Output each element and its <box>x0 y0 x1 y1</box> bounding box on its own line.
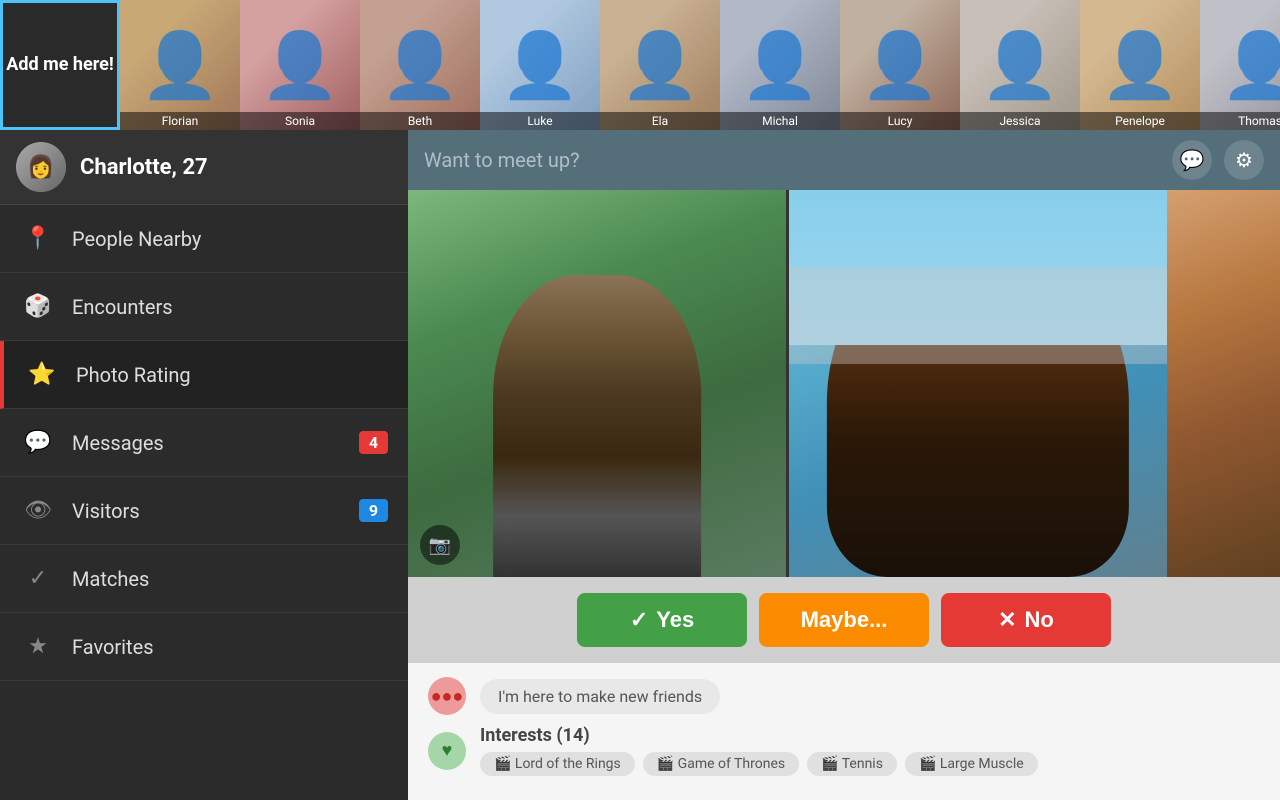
messages-icon: 💬 <box>20 425 56 461</box>
top-avatar-luke[interactable]: 👤 Luke <box>480 0 600 130</box>
avatar-name-label: Beth <box>360 112 480 130</box>
interests-row: ♥ Interests (14) 🎬 Lord of the Rings 🎬 Ga… <box>428 725 1260 776</box>
top-avatar-sonia[interactable]: 👤 Sonia <box>240 0 360 130</box>
no-x-icon: ✕ <box>998 607 1016 633</box>
photo-panel-right[interactable] <box>789 190 1167 577</box>
avatar-name-label: Sonia <box>240 112 360 130</box>
avatar-name-label: Michal <box>720 112 840 130</box>
visitors-icon: 👁 <box>20 493 56 529</box>
sidebar-item-favorites[interactable]: ★ Favorites <box>0 613 408 681</box>
sidebar-label-matches: Matches <box>72 567 388 591</box>
no-label: No <box>1025 607 1054 633</box>
top-bar: Add me here! 👤 Florian 👤 Sonia 👤 Beth 👤 … <box>0 0 1280 130</box>
yes-checkmark-icon: ✓ <box>630 607 648 633</box>
interests-block: Interests (14) 🎬 Lord of the Rings 🎬 Game… <box>480 725 1038 776</box>
avatar-name-label: Lucy <box>840 112 960 130</box>
visitors-badge: 9 <box>359 499 388 522</box>
favorites-icon: ★ <box>20 629 56 665</box>
add-me-label: Add me here! <box>6 54 113 76</box>
top-avatar-beth[interactable]: 👤 Beth <box>360 0 480 130</box>
status-text: I'm here to make new friends <box>480 679 720 714</box>
settings-icon: ⚙ <box>1235 148 1253 172</box>
main-layout: 👩 Charlotte, 27 📍 People Nearby 🎲 Encounter… <box>0 130 1280 800</box>
sidebar-item-encounters[interactable]: 🎲 Encounters <box>0 273 408 341</box>
sidebar-item-people-nearby[interactable]: 📍 People Nearby <box>0 205 408 273</box>
photos-area: 📷 <box>408 190 1280 577</box>
profile-info: ●●● I'm here to make new friends ♥ Inter… <box>408 663 1280 800</box>
avatar: 👩 <box>16 142 66 192</box>
content-area: Want to meet up? 💬 ⚙ 📷 <box>408 130 1280 800</box>
no-button[interactable]: ✕ No <box>941 593 1111 647</box>
interests-label: Interests (14) <box>480 725 1038 746</box>
status-row: ●●● I'm here to make new friends <box>428 677 1260 715</box>
interest-tag: 🎬 Lord of the Rings <box>480 752 635 776</box>
yes-label: Yes <box>656 607 694 633</box>
top-avatar-jessica[interactable]: 👤 Jessica <box>960 0 1080 130</box>
settings-icon-button[interactable]: ⚙ <box>1224 140 1264 180</box>
photo-panel-left[interactable]: 📷 <box>408 190 786 577</box>
avatar-name-label: Florian <box>120 112 240 130</box>
search-label: Want to meet up? <box>424 148 1160 172</box>
sidebar-label-visitors: Visitors <box>72 499 359 523</box>
top-avatar-thomas[interactable]: 👤 Thomas <box>1200 0 1280 130</box>
sidebar-label-messages: Messages <box>72 431 359 455</box>
sidebar-label-photo-rating: Photo Rating <box>76 363 388 387</box>
interests-icon: ♥ <box>428 732 466 770</box>
avatar-name-label: Ela <box>600 112 720 130</box>
chat-icon: 💬 <box>1180 148 1205 172</box>
profile-row[interactable]: 👩 Charlotte, 27 <box>0 130 408 205</box>
top-avatar-florian[interactable]: 👤 Florian <box>120 0 240 130</box>
sidebar: 👩 Charlotte, 27 📍 People Nearby 🎲 Encounter… <box>0 130 408 800</box>
sidebar-item-matches[interactable]: ✓ Matches <box>0 545 408 613</box>
content-header: Want to meet up? 💬 ⚙ <box>408 130 1280 190</box>
top-avatars-list: 👤 Florian 👤 Sonia 👤 Beth 👤 Luke 👤 Ela 👤 … <box>120 0 1280 130</box>
avatar-name-label: Penelope <box>1080 112 1200 130</box>
add-me-button[interactable]: Add me here! <box>0 0 120 130</box>
top-avatar-michal[interactable]: 👤 Michal <box>720 0 840 130</box>
sidebar-item-messages[interactable]: 💬 Messages4 <box>0 409 408 477</box>
camera-icon: 📷 <box>429 535 451 556</box>
maybe-button[interactable]: Maybe... <box>759 593 929 647</box>
photo-rating-icon: ⭐ <box>24 357 60 393</box>
camera-button[interactable]: 📷 <box>420 525 460 565</box>
top-avatar-ela[interactable]: 👤 Ela <box>600 0 720 130</box>
action-bar: ✓ Yes Maybe... ✕ No <box>408 577 1280 663</box>
avatar-name-label: Thomas <box>1200 112 1280 130</box>
sidebar-item-visitors[interactable]: 👁 Visitors9 <box>0 477 408 545</box>
sidebar-label-favorites: Favorites <box>72 635 388 659</box>
sidebar-label-encounters: Encounters <box>72 295 388 319</box>
people-nearby-icon: 📍 <box>20 221 56 257</box>
avatar-name-label: Luke <box>480 112 600 130</box>
chat-icon-button[interactable]: 💬 <box>1172 140 1212 180</box>
sidebar-label-people-nearby: People Nearby <box>72 227 388 251</box>
interest-tag: 🎬 Large Muscle <box>905 752 1038 776</box>
maybe-label: Maybe... <box>801 607 888 633</box>
avatar-name-label: Jessica <box>960 112 1080 130</box>
profile-name: Charlotte, 27 <box>80 155 208 180</box>
top-avatar-lucy[interactable]: 👤 Lucy <box>840 0 960 130</box>
status-icon: ●●● <box>428 677 466 715</box>
tags-row: 🎬 Lord of the Rings 🎬 Game of Thrones 🎬 Te… <box>480 752 1038 776</box>
messages-badge: 4 <box>359 431 388 454</box>
matches-icon: ✓ <box>20 561 56 597</box>
sidebar-item-photo-rating[interactable]: ⭐ Photo Rating <box>0 341 408 409</box>
top-avatar-penelope[interactable]: 👤 Penelope <box>1080 0 1200 130</box>
photo-panel-partial[interactable] <box>1167 190 1280 577</box>
nav-list: 📍 People Nearby 🎲 Encounters ⭐ Photo Rating 💬 M… <box>0 205 408 681</box>
yes-button[interactable]: ✓ Yes <box>577 593 747 647</box>
interest-tag: 🎬 Tennis <box>807 752 897 776</box>
interest-tag: 🎬 Game of Thrones <box>643 752 799 776</box>
encounters-icon: 🎲 <box>20 289 56 325</box>
